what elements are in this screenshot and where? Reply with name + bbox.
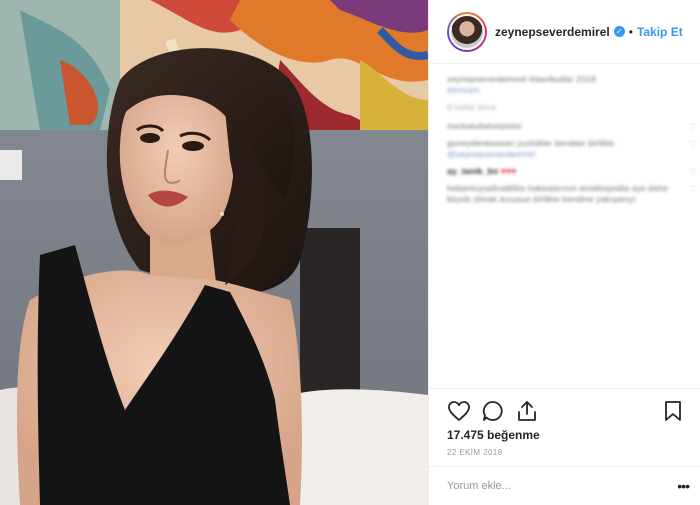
comment-mention[interactable]: @zeynepseverdemirel [447, 149, 536, 159]
likes-number: 17.475 [447, 428, 484, 442]
comment-like-icon[interactable]: ♡ [689, 139, 699, 149]
comment-item: ay_tanik_bn ♥♥♥ ♡ [447, 166, 700, 177]
caption: zeynepseverdemirel #dantkutlar 2018 #ömr… [447, 74, 700, 96]
add-comment-bar: ••• [429, 466, 700, 505]
comment-text: merkatullahmümini [447, 121, 522, 131]
heart-icon[interactable] [447, 399, 471, 423]
post-side-panel: zeynepseverdemirel ✓ • Takip Et zeynepse… [428, 0, 700, 505]
comment-item: merkatullahmümini ♡ [447, 121, 700, 132]
more-options-icon[interactable]: ••• [677, 478, 690, 494]
comment-like-icon[interactable]: ♡ [689, 184, 699, 194]
comment-like-icon[interactable]: ♡ [689, 122, 699, 132]
follow-button[interactable]: Takip Et [637, 25, 683, 39]
profile-avatar[interactable] [447, 11, 487, 52]
comment-username[interactable]: ay_tanik_bn [447, 166, 498, 176]
caption-time: 8 hafta önce [447, 102, 497, 112]
share-icon[interactable] [515, 399, 539, 423]
bookmark-icon[interactable] [661, 399, 685, 423]
comment-item: guneydenkaasan yuzlukler beraber birlikt… [447, 138, 700, 160]
comments-list: zeynepseverdemirel #dantkutlar 2018 #ömr… [447, 74, 700, 211]
caption-line-1: zeynepseverdemirel #dantkutlar 2018 [447, 74, 596, 84]
action-bar [429, 388, 700, 428]
portrait-photo [0, 0, 428, 505]
comment-text: guneydenkaasan yuzlukler beraber birlikt… [447, 138, 615, 148]
post-date: 22 EKİM 2018 [447, 448, 503, 457]
verified-badge-icon: ✓ [613, 26, 625, 37]
comment-hearts: ♥♥♥ [500, 166, 517, 176]
instagram-post: zeynepseverdemirel ✓ • Takip Et zeynepse… [0, 0, 700, 505]
comment-item: hebantuysallıadtikis hakaalarının ansikl… [447, 183, 700, 205]
likes-count[interactable]: 17.475 beğenme [447, 428, 540, 442]
header-separator: • [628, 24, 633, 39]
caption-line-2: #ömrüm [447, 85, 480, 95]
comment-text: hebantuysallıadtikis hakaalarının ansikl… [447, 183, 668, 204]
post-photo[interactable] [0, 0, 428, 505]
likes-label: beğenme [487, 428, 540, 442]
post-header: zeynepseverdemirel ✓ • Takip Et [429, 0, 700, 64]
comment-input[interactable] [447, 480, 667, 492]
comment-icon[interactable] [481, 399, 505, 423]
comment-like-icon[interactable]: ♡ [689, 167, 699, 177]
username-link[interactable]: zeynepseverdemirel [495, 25, 610, 39]
